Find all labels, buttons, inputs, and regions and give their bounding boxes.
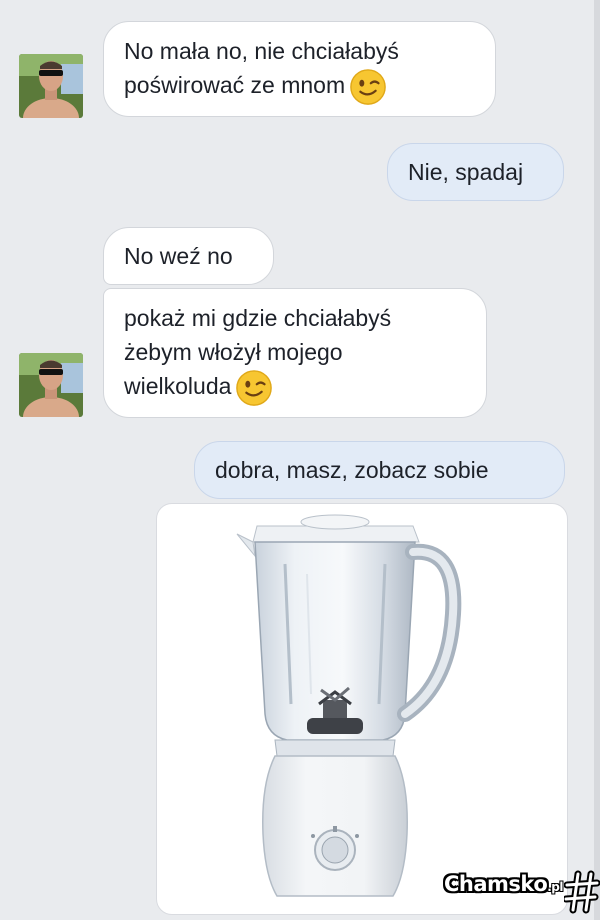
outgoing-message-bubble[interactable]: dobra, masz, zobacz sobie [194, 441, 565, 499]
message-text: wielkoluda [124, 369, 466, 407]
winking-face-icon [236, 370, 273, 406]
scrollbar[interactable] [594, 0, 600, 920]
outgoing-message-bubble[interactable]: Nie, spadaj [387, 143, 564, 201]
avatar[interactable] [19, 353, 83, 417]
blender-image [236, 514, 462, 897]
hashtag-logo-icon [564, 870, 600, 914]
image-message[interactable] [156, 503, 568, 915]
watermark-logo: Chamsko.pl [444, 868, 600, 916]
avatar[interactable] [19, 54, 83, 118]
incoming-message-bubble[interactable]: pokaż mi gdzie chciałabyś żebym włożył m… [103, 288, 487, 418]
watermark-text: Chamsko.pl [444, 872, 564, 896]
incoming-message-bubble[interactable]: No weź no [103, 227, 274, 285]
message-text: dobra, masz, zobacz sobie [215, 457, 489, 483]
message-text: pokaż mi gdzie chciałabyś [124, 305, 392, 331]
message-text: Nie, spadaj [408, 159, 524, 185]
winking-face-icon [350, 69, 386, 105]
message-text: poświrować ze mnom [124, 68, 475, 106]
message-text: żebym włożył mojego [124, 339, 343, 365]
message-text: No weź no [124, 243, 233, 269]
message-text: No mała no, nie chciałabyś [124, 38, 399, 64]
message-thread: No mała no, nie chciałabyś poświrować ze… [0, 0, 600, 920]
incoming-message-bubble[interactable]: No mała no, nie chciałabyś poświrować ze… [103, 21, 496, 117]
